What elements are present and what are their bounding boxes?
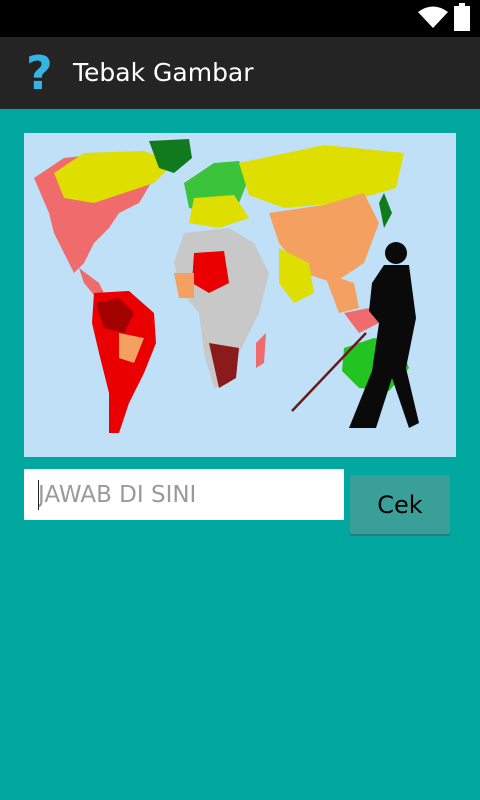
text-caret: [38, 480, 39, 510]
battery-icon: [454, 3, 470, 31]
world-map-illustration: [24, 133, 456, 457]
answer-input[interactable]: [24, 469, 344, 520]
check-button[interactable]: Cek: [350, 475, 450, 534]
status-bar: [0, 0, 480, 37]
action-bar: ? Tebak Gambar: [0, 37, 480, 109]
puzzle-image: [24, 133, 456, 457]
question-mark-icon: ?: [26, 46, 53, 100]
app-title: Tebak Gambar: [73, 58, 254, 87]
wifi-icon: [418, 6, 448, 28]
